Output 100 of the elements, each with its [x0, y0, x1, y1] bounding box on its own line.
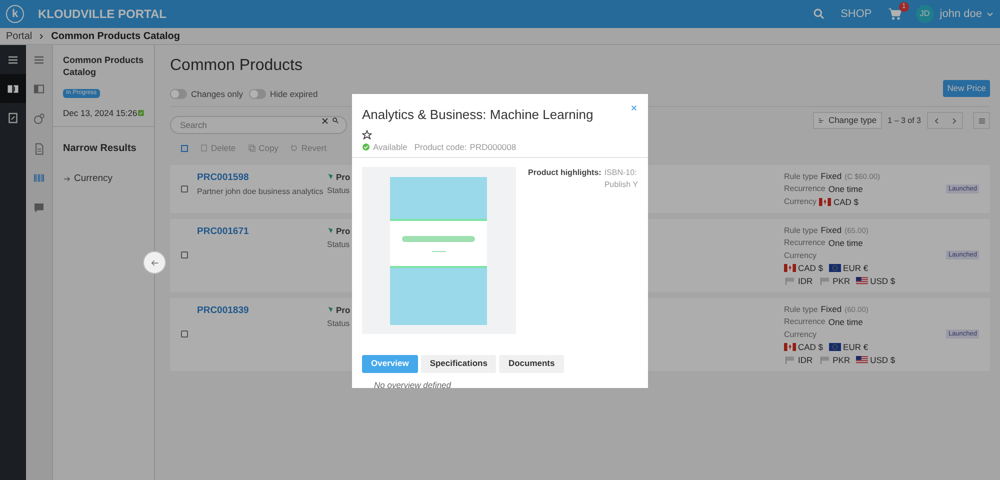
chat-icon[interactable]: [33, 202, 45, 214]
status-label: Status: [327, 318, 350, 330]
collapse-button[interactable]: [143, 251, 166, 274]
breadcrumb-item[interactable]: Common Products Catalog: [51, 28, 180, 44]
currency-code: EUR €: [843, 262, 868, 274]
flag-icon: [818, 356, 831, 364]
product-type: Pro: [336, 170, 350, 184]
document-icon[interactable]: [33, 142, 45, 155]
eu-flag-icon: [829, 343, 842, 352]
toolbar-button[interactable]: Revert: [290, 142, 326, 154]
currency-code: IDR: [798, 354, 813, 366]
product-link[interactable]: PRC001839: [197, 304, 326, 318]
catalog-title: Common Products Catalog: [63, 54, 144, 78]
trash-icon: [200, 144, 208, 152]
status-label: Status: [327, 239, 350, 252]
flag-icon: [784, 356, 796, 364]
currency-code: EUR €: [843, 341, 868, 354]
product-code: PRD000008: [470, 141, 516, 154]
field-label: Recurrence: [784, 316, 826, 328]
field-value: One time: [828, 316, 863, 328]
currency-code: IDR: [798, 274, 813, 287]
app-title: KLOUDVILLE PORTAL: [38, 6, 166, 23]
filter-link[interactable]: Currency: [74, 172, 113, 186]
panel-icon[interactable]: [33, 83, 45, 96]
us-flag-icon: [856, 356, 868, 364]
currency-code: CAD $: [798, 341, 824, 354]
clipboard-icon[interactable]: [7, 112, 19, 124]
close-icon[interactable]: [630, 104, 638, 112]
list-view-button[interactable]: [973, 112, 990, 130]
canada-flag-icon: [784, 264, 796, 272]
field-label: Currency: [784, 330, 816, 338]
currency-code: PKR: [832, 354, 850, 366]
next-icon[interactable]: [950, 116, 958, 125]
us-flag-icon: [856, 276, 868, 285]
canada-flag-icon: [784, 343, 796, 352]
book-icon[interactable]: [7, 82, 19, 94]
currency-code: USD $: [870, 354, 896, 366]
search-icon[interactable]: [812, 8, 825, 20]
shop-link[interactable]: SHOP: [840, 6, 872, 22]
field-label: Product code:: [414, 141, 467, 154]
breadcrumb-item[interactable]: Portal: [6, 28, 32, 44]
page-title: Common Products: [170, 56, 304, 76]
product-link[interactable]: PRC001598: [197, 170, 326, 185]
highlight-text: ISBN-10:: [604, 166, 638, 179]
change-type-button[interactable]: Change type: [813, 112, 882, 130]
highlight-text: Publish Y: [604, 178, 638, 191]
currency-code: CAD $: [833, 196, 858, 208]
row-checkbox[interactable]: [181, 330, 188, 338]
flag-icon: [784, 276, 796, 285]
toolbar-button[interactable]: Delete: [200, 142, 236, 154]
copy-icon: [248, 144, 256, 152]
toolbar-button[interactable]: Copy: [248, 142, 278, 154]
dialog-tab[interactable]: Specifications: [420, 354, 496, 373]
toggle-label: Hide expired: [270, 88, 318, 101]
currency-code: USD $: [870, 274, 896, 287]
search-icon[interactable]: [332, 117, 339, 124]
undo-icon: [290, 144, 298, 152]
field-label: Recurrence: [784, 237, 826, 249]
catalog-date: Dec 13, 2024 15:26: [63, 107, 138, 120]
menu-icon[interactable]: [33, 54, 45, 66]
logo: k: [6, 5, 24, 23]
previous-icon[interactable]: [932, 116, 940, 125]
product-type: Pro: [336, 224, 350, 238]
overview-text: No overview defined: [374, 378, 452, 388]
cart-icon[interactable]: [888, 7, 902, 21]
new-price-button[interactable]: New Price: [943, 80, 990, 97]
field-label: Rule type: [784, 170, 818, 183]
list-icon: [978, 116, 986, 125]
user-avatar[interactable]: JD: [916, 5, 934, 23]
status-label: Status: [327, 185, 350, 198]
select-all-checkbox[interactable]: [181, 144, 188, 152]
caret-icon[interactable]: [986, 10, 994, 18]
chevron-icon: [38, 32, 46, 40]
menu-icon[interactable]: [7, 54, 19, 66]
field-label: Currency: [784, 250, 816, 260]
field-value: Fixed: [820, 170, 842, 182]
dialog-tab[interactable]: Overview: [362, 354, 418, 373]
row-checkbox[interactable]: [181, 185, 188, 192]
field-label: Product highlights:: [528, 166, 602, 179]
product-link[interactable]: PRC001671: [197, 224, 326, 239]
field-value: One time: [828, 183, 863, 196]
canada-flag-icon: [819, 198, 832, 206]
field-label: Currency: [784, 196, 816, 208]
pagination-text: 1 – 3 of 3: [888, 114, 921, 127]
sort-icon: [818, 117, 826, 124]
currency-code: PKR: [832, 274, 850, 287]
barcode-icon[interactable]: [33, 172, 45, 184]
user-name[interactable]: john doe: [940, 6, 982, 22]
dialog-tab[interactable]: Documents: [499, 354, 564, 373]
field-value: Fixed: [820, 302, 842, 315]
toggle-switch[interactable]: [248, 89, 266, 100]
search-field[interactable]: Search: [170, 116, 347, 134]
toggle-switch[interactable]: [170, 89, 187, 100]
row-checkbox[interactable]: [181, 252, 188, 258]
product-type: Pro: [336, 304, 350, 316]
star-icon[interactable]: [362, 130, 372, 140]
check-circle-icon: [362, 143, 370, 152]
currency-code: CAD $: [798, 262, 824, 274]
clear-icon[interactable]: [321, 116, 329, 125]
availability-text: Available: [373, 141, 408, 154]
